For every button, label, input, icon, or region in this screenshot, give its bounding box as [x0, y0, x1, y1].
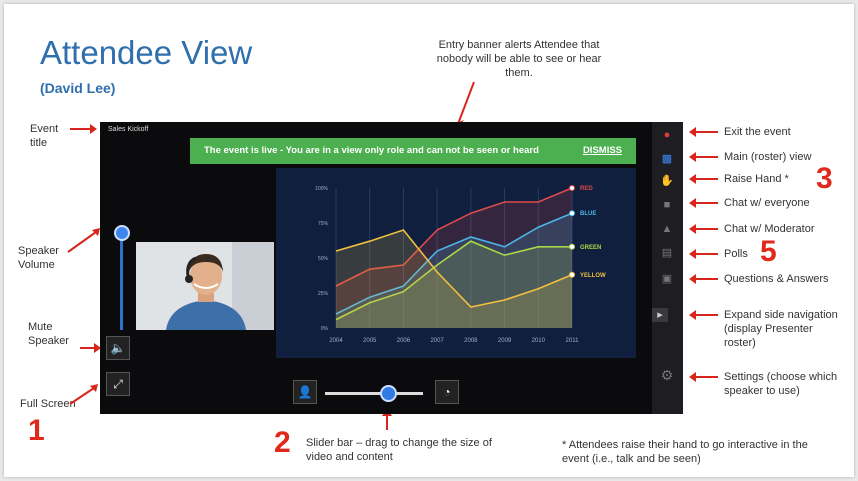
exit-arrow	[689, 127, 718, 137]
presenter-avatar	[136, 242, 274, 330]
polls-annotation: Polls	[724, 248, 748, 260]
expand-annotation: Expand side navigation (display Presente…	[724, 309, 838, 349]
mute-speaker-annotation: Mute Speaker	[28, 321, 69, 347]
mute-speaker-arrow	[80, 343, 101, 353]
x-tick-label: 2005	[363, 338, 377, 344]
chat-moderator-icon[interactable]: ▲	[659, 222, 675, 236]
raise-hand-footnote: * Attendees raise their hand to go inter…	[562, 439, 808, 465]
x-tick-label: 2009	[498, 338, 512, 344]
exit-annotation: Exit the event	[724, 126, 791, 138]
series-label-red: RED	[580, 186, 593, 192]
volume-slider-handle[interactable]	[114, 225, 130, 241]
live-banner: The event is live - You are in a view on…	[190, 138, 636, 164]
polls-arrow	[689, 249, 718, 259]
dismiss-button[interactable]: DISMISS	[583, 138, 622, 164]
qa-arrow	[689, 274, 718, 284]
side-navigation: ● ▩ ✋ ■ ▲ ▤ ▣ ▸ ⚙	[652, 122, 683, 414]
series-end-point-green	[569, 243, 575, 250]
qa-annotation: Questions & Answers	[724, 273, 829, 285]
series-end-point-blue	[569, 210, 575, 217]
chart-panel: 2004 2005 2006 2007 2008 2009 2010 2011 0% 25% 50%…	[276, 168, 636, 358]
x-tick-label: 2010	[532, 338, 546, 344]
chat-moderator-arrow	[689, 224, 718, 234]
x-tick-label: 2011	[566, 338, 580, 344]
raise-hand-annotation: Raise Hand *	[724, 173, 789, 185]
roster-icon[interactable]: ▩	[659, 152, 675, 166]
full-screen-arrow	[69, 384, 98, 405]
y-tick-label: 0%	[321, 326, 329, 332]
chat-moderator-annotation: Chat w/ Moderator	[724, 223, 815, 235]
series-label-green: GREEN	[580, 245, 601, 251]
polls-icon[interactable]: ▤	[659, 246, 675, 260]
settings-icon[interactable]: ⚙	[659, 368, 675, 382]
settings-annotation: Settings (choose which speaker to use)	[724, 371, 838, 397]
series-label-blue: BLUE	[580, 211, 596, 217]
size-slider-bar: 👤 ◔	[285, 378, 465, 408]
x-tick-label: 2006	[397, 338, 411, 344]
volume-slider-track[interactable]	[120, 230, 123, 330]
event-title-arrow	[70, 124, 97, 134]
page-title: Attendee View	[40, 34, 253, 71]
size-slider-track[interactable]	[325, 392, 423, 395]
speaker-icon: 🔈	[110, 341, 126, 355]
series-end-point-red	[569, 185, 575, 191]
event-title: Sales Kickoff	[108, 126, 149, 133]
chat-everyone-annotation: Chat w/ everyone	[724, 197, 810, 209]
app-screen: Sales Kickoff The event is live - You ar…	[100, 122, 683, 414]
banner-message: The event is live - You are in a view on…	[204, 145, 539, 156]
chat-everyone-arrow	[689, 198, 718, 208]
roster-annotation: Main (roster) view	[724, 151, 812, 163]
expand-icon: ⤢	[113, 377, 123, 391]
slide: Attendee View (David Lee) Entry banner a…	[4, 4, 854, 477]
x-tick-label: 2008	[464, 338, 478, 344]
roster-arrow	[689, 152, 718, 162]
y-tick-label: 25%	[318, 291, 329, 297]
mute-speaker-button[interactable]: 🔈	[106, 336, 130, 360]
chart-svg: 2004 2005 2006 2007 2008 2009 2010 2011 0% 25% 50%…	[315, 185, 606, 344]
slider-bar-annotation: Slider bar – drag to change the size of …	[306, 437, 492, 463]
chat-everyone-icon[interactable]: ■	[659, 198, 675, 212]
step-1-label: 1	[28, 414, 45, 447]
x-tick-label: 2007	[430, 338, 444, 344]
series-end-point-yellow	[569, 271, 575, 278]
qa-icon[interactable]: ▣	[659, 272, 675, 286]
raise-hand-icon[interactable]: ✋	[659, 174, 675, 188]
page-subtitle: (David Lee)	[40, 80, 116, 96]
raise-hand-arrow	[689, 174, 718, 184]
pie-chart-icon: ◔	[443, 385, 451, 399]
expand-side-nav-icon[interactable]: ▸	[652, 308, 668, 322]
exit-icon[interactable]: ●	[659, 128, 675, 142]
video-tile	[136, 242, 274, 330]
step-3-label: 3	[816, 162, 833, 195]
expand-arrow	[689, 310, 718, 320]
full-screen-button[interactable]: ⤢	[106, 372, 130, 396]
event-title-annotation: Event title	[30, 123, 59, 149]
speaker-volume-annotation: Speaker Volume	[18, 245, 59, 271]
series-label-yellow: YELLOW	[580, 273, 606, 279]
settings-arrow	[689, 372, 718, 382]
entry-banner-annotation: Entry banner alerts Attendee that nobody…	[436, 39, 602, 79]
step-2-label: 2	[274, 426, 291, 459]
y-tick-label: 50%	[318, 256, 329, 262]
video-size-button[interactable]: 👤	[293, 380, 317, 404]
y-tick-label: 100%	[315, 186, 328, 192]
x-tick-label: 2004	[329, 338, 343, 344]
content-size-button[interactable]: ◔	[435, 380, 459, 404]
y-tick-label: 75%	[318, 221, 329, 227]
size-slider-handle[interactable]	[380, 385, 397, 402]
person-icon: 👤	[297, 385, 313, 399]
step-5-label: 5	[760, 235, 777, 268]
